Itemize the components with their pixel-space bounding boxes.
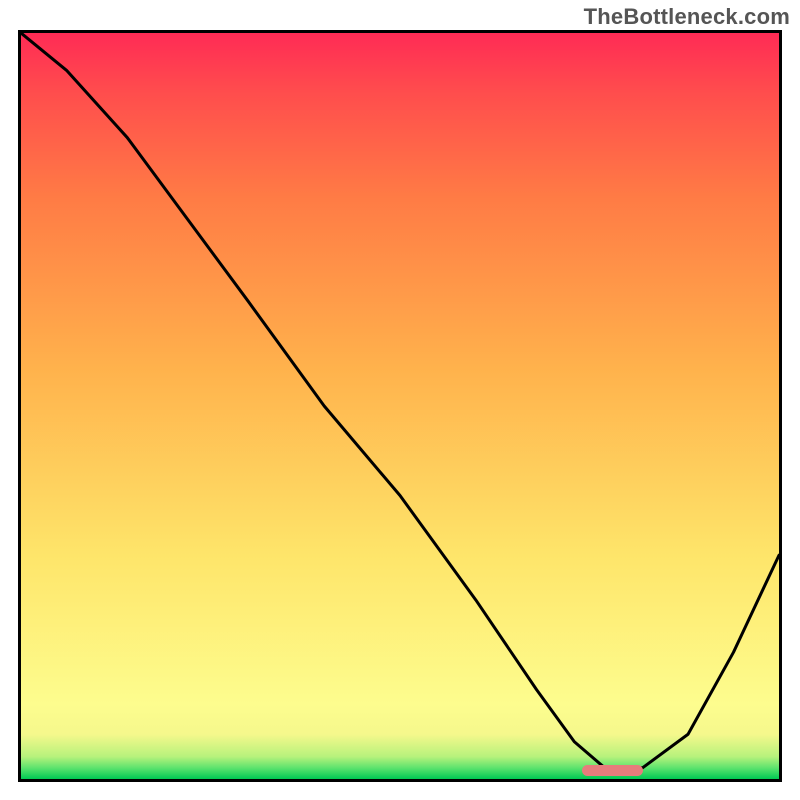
plot-area — [18, 30, 782, 782]
gradient-background — [21, 33, 779, 779]
watermark-text: TheBottleneck.com — [584, 4, 790, 30]
highlight-marker — [582, 765, 643, 776]
chart-container: TheBottleneck.com — [0, 0, 800, 800]
